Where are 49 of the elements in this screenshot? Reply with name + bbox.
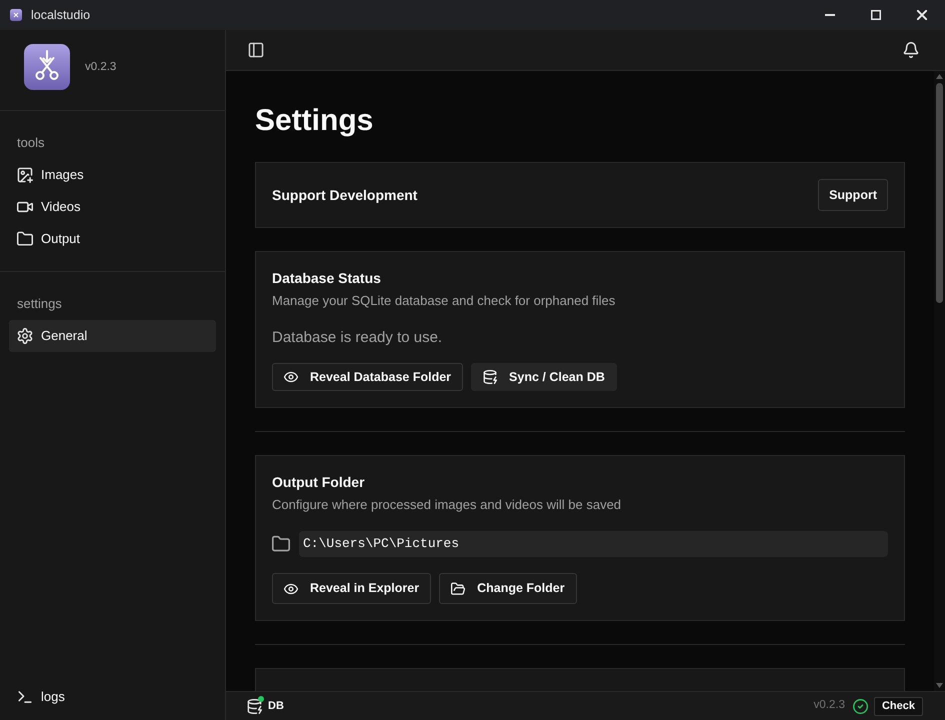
check-button[interactable]: Check	[874, 696, 923, 716]
folder-icon	[272, 535, 290, 553]
scroll-up-arrow-icon[interactable]	[936, 74, 943, 79]
sidebar-toggle-button[interactable]	[248, 42, 264, 58]
version-label: v0.2.3	[814, 698, 845, 714]
scroll-down-arrow-icon[interactable]	[936, 683, 943, 688]
notifications-button[interactable]	[903, 42, 919, 58]
card-description: Manage your SQLite database and check for orphaned files	[272, 292, 616, 310]
section-label: tools	[16, 134, 46, 152]
path-field[interactable]: C:\Users\PC\Pictures	[299, 531, 888, 557]
video-camera-icon	[17, 199, 33, 215]
sidebar-panel-icon	[248, 42, 264, 58]
sidebar-item[interactable]: Output	[9, 223, 216, 255]
sidebar-item[interactable]: logs	[9, 681, 216, 713]
window-title: localstudio	[31, 6, 90, 24]
eye-icon	[284, 582, 298, 596]
reveal-database-folder-button[interactable]: Reveal Database Folder	[272, 363, 464, 391]
page-title: Settings	[255, 103, 374, 139]
card-title: Output Folder	[272, 473, 366, 492]
database-icon	[483, 370, 498, 384]
bell-icon	[903, 42, 919, 58]
scrollbar[interactable]	[934, 71, 945, 691]
check-circle-icon	[852, 698, 868, 714]
gear-icon	[17, 328, 33, 344]
close-icon	[917, 10, 927, 20]
reveal-in-explorer-button[interactable]: Reveal in Explorer	[272, 573, 432, 604]
db-status-label: DB	[268, 698, 284, 714]
sync-database-button[interactable]: Sync / Clean DB	[471, 363, 617, 391]
version-label: v0.2.3	[85, 60, 116, 75]
database-icon	[247, 698, 262, 714]
maximize-icon	[871, 10, 881, 20]
folder-open-icon	[451, 582, 466, 596]
app-icon	[10, 9, 22, 21]
status-message: Database is ready to use.	[272, 328, 444, 348]
folder-icon	[17, 231, 33, 247]
section-label: settings	[16, 295, 63, 314]
card-title: Support Development	[272, 186, 418, 205]
support-button[interactable]: Support	[818, 179, 888, 211]
sidebar-item[interactable]: Videos	[9, 191, 216, 223]
terminal-icon	[17, 689, 33, 705]
change-folder-button[interactable]: Change Folder	[439, 573, 577, 604]
scrollbar-thumb[interactable]	[936, 83, 943, 303]
eye-icon	[284, 370, 298, 384]
app-logo-icon	[24, 44, 70, 90]
image-icon	[17, 167, 33, 183]
card-description: Configure where processed images and videos will be saved	[272, 496, 622, 514]
card-title: Database Status	[272, 269, 382, 288]
sidebar-item[interactable]: General	[9, 320, 216, 352]
sidebar-item[interactable]: Images	[9, 159, 216, 191]
